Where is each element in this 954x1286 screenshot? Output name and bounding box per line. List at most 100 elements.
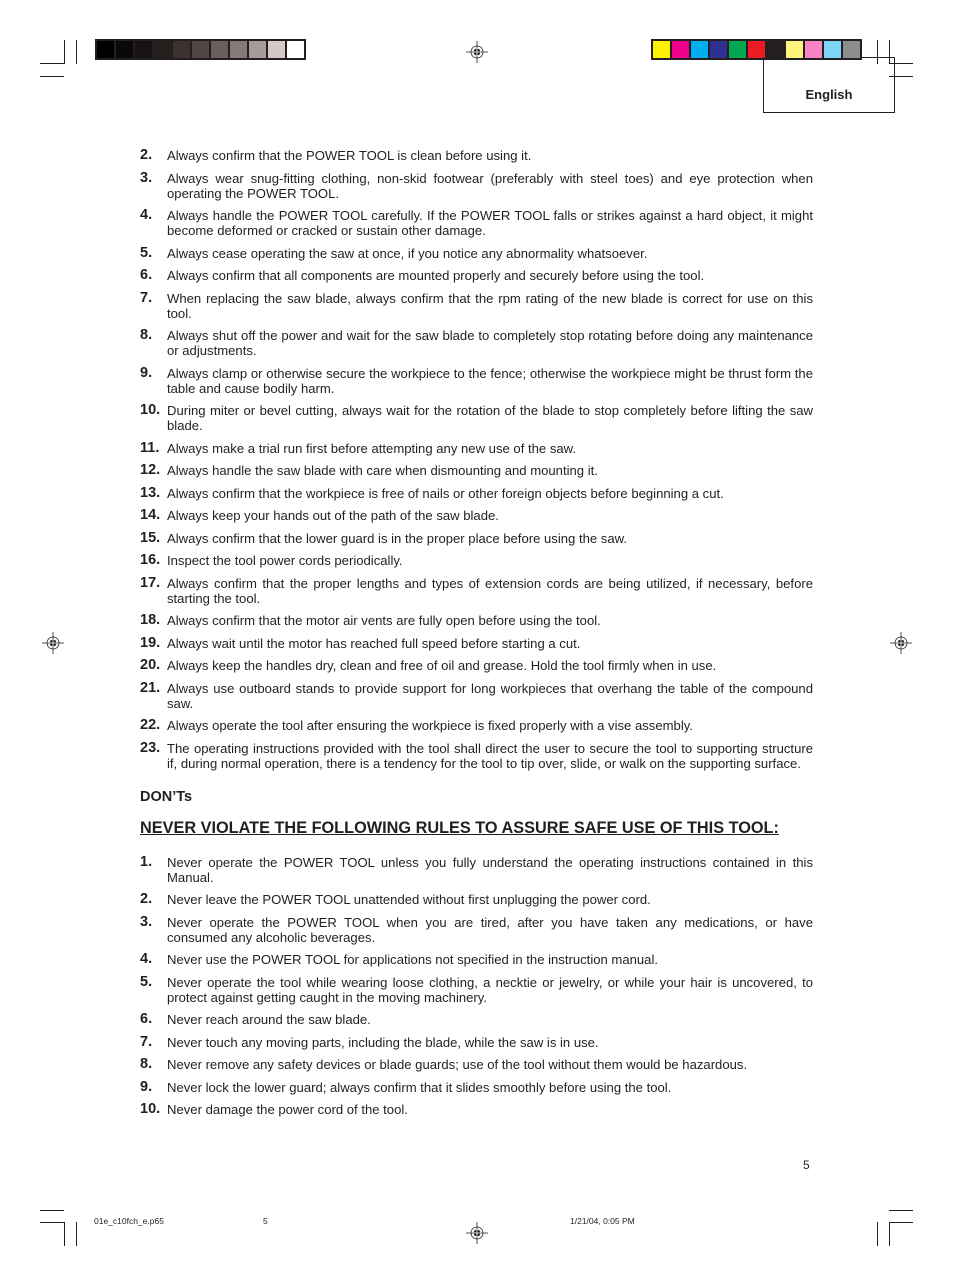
registration-mark-icon <box>466 41 488 63</box>
item-text: Never damage the power cord of the tool. <box>167 1102 408 1117</box>
list-item: 20. Always keep the handles dry, clean an… <box>140 658 813 674</box>
color-swatch <box>249 41 266 58</box>
list-item: 19. Always wait until the motor has reach… <box>140 634 813 651</box>
item-text: Always wear snug-fitting clothing, non-s… <box>167 170 813 201</box>
list-item: 22. Always operate the tool after ensurin… <box>140 718 813 734</box>
item-number: 8. <box>140 327 153 343</box>
list-item: 21. Always use outboard stands to provide… <box>140 679 813 711</box>
crop-mark <box>889 1222 890 1246</box>
item-text: Always make a trial run first before att… <box>167 440 577 456</box>
color-swatch <box>173 41 190 58</box>
item-number: 21. <box>140 679 161 696</box>
color-swatch <box>653 41 670 58</box>
item-number: 6. <box>140 267 153 283</box>
list-item: 10. Never damage the power cord of the to… <box>140 1102 813 1118</box>
item-text: Always handle the saw blade with care wh… <box>167 463 598 478</box>
crop-mark <box>64 40 65 64</box>
item-number: 15. <box>140 529 161 546</box>
item-text: Never touch any moving parts, including … <box>167 1034 599 1050</box>
item-number: 5. <box>140 973 153 990</box>
item-text: Always cease operating the saw at once, … <box>167 245 648 261</box>
crop-mark <box>40 76 64 77</box>
list-item: 1. Never operate the POWER TOOL unless yo… <box>140 854 813 885</box>
donts-title: DON’Ts <box>140 788 193 805</box>
color-swatch <box>691 41 708 58</box>
list-item: 4. Always handle the POWER TOOL carefully… <box>140 207 813 239</box>
item-number: 2. <box>140 147 153 163</box>
list-item: 17. Always confirm that the proper length… <box>140 574 813 606</box>
item-text: During miter or bevel cutting, always wa… <box>167 403 813 433</box>
registration-mark-icon <box>890 632 912 654</box>
item-number: 5. <box>140 244 153 261</box>
item-number: 7. <box>140 1033 153 1050</box>
item-number: 13. <box>140 484 161 501</box>
item-number: 9. <box>140 364 153 381</box>
safety-rules-content: 2. Always confirm that the POWER TOOL is … <box>140 148 813 1125</box>
registration-mark-icon <box>466 1222 488 1244</box>
crop-mark <box>877 1222 878 1246</box>
list-item: 8. Never remove any safety devices or bla… <box>140 1056 813 1073</box>
crop-mark <box>76 40 77 64</box>
list-item: 10. During miter or bevel cutting, always… <box>140 403 813 434</box>
item-text: Always keep your hands out of the path o… <box>167 508 499 523</box>
item-text: Inspect the tool power cords periodicall… <box>167 553 403 568</box>
crop-mark <box>40 63 64 64</box>
item-number: 17. <box>140 574 161 591</box>
item-text: Always confirm that the motor air vents … <box>167 613 601 628</box>
item-number: 9. <box>140 1078 153 1095</box>
item-text: Never reach around the saw blade. <box>167 1012 371 1027</box>
item-text: Never operate the POWER TOOL when you ar… <box>167 914 813 945</box>
item-text: Always wait until the motor has reached … <box>167 635 581 651</box>
item-text: Always confirm that the proper lengths a… <box>167 575 813 606</box>
list-item: 7. When replacing the saw blade, always c… <box>140 289 813 321</box>
donts-list: 1. Never operate the POWER TOOL unless yo… <box>140 854 813 1118</box>
list-item: 9. Never lock the lower guard; always con… <box>140 1078 813 1095</box>
item-number: 11. <box>140 439 160 456</box>
slug-filename: 01e_c10fch_e.p65 <box>94 1216 164 1226</box>
color-swatch <box>729 41 746 58</box>
color-swatch <box>211 41 228 58</box>
list-item: 14. Always keep your hands out of the pat… <box>140 508 813 524</box>
color-swatch <box>230 41 247 58</box>
item-text: Always clamp or otherwise secure the wor… <box>167 365 813 396</box>
item-text: Never operate the POWER TOOL unless you … <box>167 854 813 885</box>
list-item: 3. Never operate the POWER TOOL when you … <box>140 913 813 945</box>
crop-mark <box>76 1222 77 1246</box>
item-number: 12. <box>140 462 161 478</box>
item-text: Always keep the handles dry, clean and f… <box>167 658 717 673</box>
color-swatch <box>843 41 860 58</box>
list-item: 5. Never operate the tool while wearing l… <box>140 973 813 1005</box>
color-swatch <box>710 41 727 58</box>
item-text: Never leave the POWER TOOL unattended wi… <box>167 892 651 907</box>
list-item: 5. Always cease operating the saw at once… <box>140 244 813 261</box>
list-item: 7. Never touch any moving parts, includin… <box>140 1033 813 1050</box>
list-item: 15. Always confirm that the lower guard i… <box>140 529 813 546</box>
item-number: 7. <box>140 289 153 306</box>
item-text: Never lock the lower guard; always confi… <box>167 1079 672 1095</box>
color-swatch <box>268 41 285 58</box>
color-swatch <box>786 41 803 58</box>
color-swatch <box>672 41 689 58</box>
item-number: 8. <box>140 1056 153 1072</box>
language-label: English <box>805 87 853 102</box>
item-number: 4. <box>140 207 153 223</box>
item-number: 3. <box>140 913 153 930</box>
color-swatch <box>135 41 152 58</box>
list-item: 6. Never reach around the saw blade. <box>140 1011 813 1028</box>
list-item: 13. Always confirm that the workpiece is … <box>140 484 813 501</box>
item-text: Always confirm that the POWER TOOL is cl… <box>167 148 532 163</box>
crop-mark <box>40 1210 64 1211</box>
list-item: 16. Inspect the tool power cords periodic… <box>140 553 813 569</box>
item-text: Never operate the tool while wearing loo… <box>167 974 813 1005</box>
language-tab: English <box>763 57 895 113</box>
item-text: When replacing the saw blade, always con… <box>167 290 813 321</box>
list-item: 2. Always confirm that the POWER TOOL is … <box>140 147 813 164</box>
item-text: Always handle the POWER TOOL carefully. … <box>167 208 813 238</box>
crop-mark <box>889 1210 913 1211</box>
item-number: 19. <box>140 634 161 651</box>
grayscale-color-bar <box>95 39 306 60</box>
crop-mark <box>889 1222 913 1223</box>
item-text: The operating instructions provided with… <box>167 740 813 771</box>
registration-mark-icon <box>42 632 64 654</box>
item-number: 6. <box>140 1011 153 1027</box>
